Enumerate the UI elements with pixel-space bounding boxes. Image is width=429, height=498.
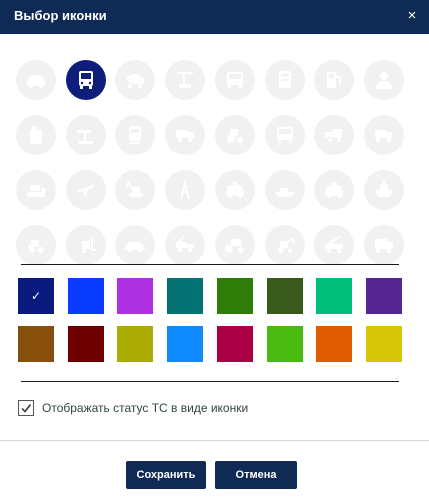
icon-option-forklift[interactable] [65,225,106,265]
color-swatch[interactable] [67,326,104,362]
icon-option-boat[interactable] [264,170,305,210]
save-button[interactable]: Сохранить [126,461,206,489]
oil-pump-icon [76,130,93,144]
color-swatch[interactable] [167,326,204,362]
taxi-icon [225,182,244,198]
forklift-icon [81,237,96,253]
divider-top [21,264,399,265]
icon-option-oil-pump[interactable] [65,115,106,155]
concrete-mixer-icon [127,74,145,88]
icon-option-dump-truck[interactable] [363,115,404,155]
color-swatch[interactable] [167,278,204,314]
icon-option-truck-front[interactable] [214,60,255,100]
icon-option-bulldozer[interactable] [16,170,56,210]
canister-icon [30,126,42,144]
bulldozer-icon [27,185,45,197]
status-icon-checkbox[interactable] [18,400,34,416]
icon-option-trailer[interactable] [264,60,305,100]
icon-option-garbage-truck[interactable] [363,225,404,265]
sedan-icon [125,242,146,252]
harvester-icon [325,129,343,142]
road-roller-icon [224,239,244,253]
status-icon-label: Отображать статус ТС в виде иконки [42,401,249,415]
airplane-icon [76,184,95,197]
tractor-icon [226,129,243,143]
icon-option-taxi[interactable] [214,170,255,210]
loader-icon [27,240,44,253]
train-icon [129,126,142,144]
garbage-truck-icon [374,239,393,253]
icon-option-school-bus[interactable] [264,115,305,155]
boat-icon [274,188,295,197]
color-swatch[interactable] [316,326,353,362]
trailer-icon [278,71,291,88]
color-swatch[interactable] [216,326,253,362]
color-swatch[interactable] [365,326,402,362]
color-swatch[interactable]: ✓ [18,278,54,314]
oil-rig-icon [180,180,191,199]
icon-option-person[interactable] [363,60,404,100]
icon-option-crane-truck[interactable] [314,225,355,265]
dialog-titlebar: Выбор иконки × [0,0,429,34]
icon-option-backhoe[interactable] [264,225,305,265]
color-swatch[interactable] [316,278,353,314]
selected-check-icon: ✓ [30,289,42,303]
icon-option-excavator[interactable] [115,170,156,210]
icon-option-ship[interactable] [363,170,404,210]
icon-option-tractor[interactable] [214,115,255,155]
color-swatch[interactable] [18,326,54,362]
excavator-icon [125,181,144,197]
ship-icon [374,181,393,197]
icon-option-car[interactable] [16,60,56,100]
checkmark-icon [21,404,32,413]
cancel-button[interactable]: Отмена [215,461,297,489]
color-swatch[interactable] [117,278,154,314]
color-swatch[interactable] [67,278,104,314]
icon-option-concrete-mixer[interactable] [115,60,156,100]
icon-option-tow-truck[interactable] [165,225,206,265]
dump-truck-icon [374,130,392,142]
icon-option-crane[interactable] [165,60,206,100]
icon-option-fuel-pump[interactable] [314,60,355,100]
color-swatch[interactable] [365,278,402,314]
tanker-icon [176,130,195,142]
person-icon [375,72,392,89]
color-swatch[interactable] [266,326,303,362]
police-car-icon [325,182,344,198]
footer-divider [0,440,429,441]
crane-truck-icon [325,236,344,253]
icon-option-tanker[interactable] [165,115,206,155]
icon-option-sedan[interactable] [115,225,156,265]
icon-option-canister[interactable] [16,115,56,155]
dialog-title: Выбор иконки [14,8,107,23]
school-bus-icon [276,127,293,143]
icon-option-harvester[interactable] [314,115,355,155]
truck-front-icon [226,72,243,88]
tow-truck-icon [176,236,195,252]
divider-bottom [21,381,399,382]
bus-icon [78,71,93,89]
color-swatch[interactable] [266,278,303,314]
color-swatch[interactable] [216,278,253,314]
icon-option-airplane[interactable] [65,170,106,210]
icon-option-train[interactable] [115,115,156,155]
icon-option-oil-rig[interactable] [165,170,206,210]
crane-icon [177,71,194,88]
icon-picker-dialog: Выбор иконки × ✓ Отображать статус ТС в … [0,0,429,498]
icon-option-loader[interactable] [16,225,56,265]
close-icon[interactable]: × [403,6,421,26]
icon-option-road-roller[interactable] [214,225,255,265]
icon-option-police-car[interactable] [314,170,355,210]
color-swatch[interactable] [117,326,154,362]
fuel-pump-icon [327,72,342,88]
icon-option-bus[interactable] [65,60,106,100]
car-icon [27,75,45,88]
backhoe-icon [277,237,295,253]
